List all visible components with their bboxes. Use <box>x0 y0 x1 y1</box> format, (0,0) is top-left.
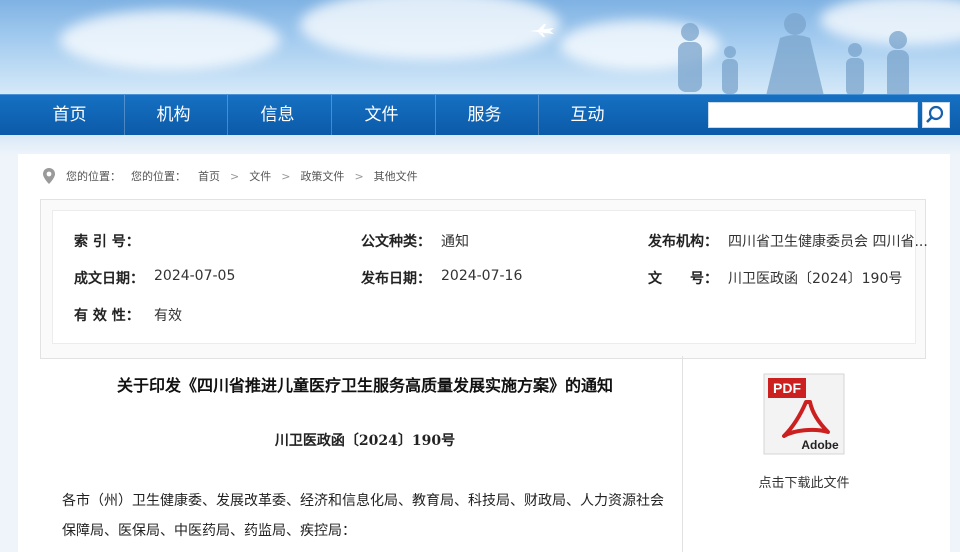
publish-date-value: 2024-07-16 <box>441 268 523 284</box>
nav-home[interactable]: 首页 <box>18 95 121 136</box>
document-title: 关于印发《四川省推进儿童医疗卫生服务高质量发展实施方案》的通知 <box>116 376 613 395</box>
search-input[interactable] <box>708 102 918 128</box>
header-banner <box>0 0 960 94</box>
issuer-label: 发布机构： <box>648 234 718 250</box>
document-paragraph: 各市（州）卫生健康委、发展改革委、经济和信息化局、教育局、科技局、财政局、人力资… <box>62 493 664 539</box>
doc-type-value: 通知 <box>441 234 469 250</box>
nav-documents[interactable]: 文件 <box>330 95 433 136</box>
written-date-value: 2024-07-05 <box>154 268 236 284</box>
column-divider <box>682 356 683 552</box>
breadcrumb-policy-documents[interactable]: 政策文件 <box>300 168 344 184</box>
breadcrumb-prefix-2: 您的位置： <box>131 170 186 183</box>
breadcrumb-separator: > <box>354 169 364 183</box>
pdf-adobe-icon[interactable]: PDF Adobe <box>762 372 846 456</box>
breadcrumb-separator: > <box>281 169 291 183</box>
breadcrumb-separator: > <box>230 169 240 183</box>
search-icon <box>926 105 944 123</box>
location-pin-icon <box>43 168 55 184</box>
document-number: 川卫医政函〔2024〕190号 <box>274 433 456 449</box>
written-date-label: 成文日期： <box>74 271 144 287</box>
pdf-label: PDF <box>773 380 801 396</box>
plane-icon <box>530 24 554 37</box>
publish-date-label: 发布日期： <box>361 271 431 287</box>
validity-label: 有 效 性： <box>74 308 140 324</box>
nav-institutions[interactable]: 机构 <box>122 95 225 136</box>
nav-services[interactable]: 服务 <box>433 95 536 136</box>
breadcrumb-prefix: 您的位置： <box>66 170 121 183</box>
doc-number-label: 文 号： <box>648 271 718 287</box>
breadcrumb: 您的位置： 您的位置： 首页 > 文件 > 政策文件 > 其他文件 <box>42 168 418 184</box>
doc-type-label: 公文种类： <box>361 234 431 250</box>
breadcrumb-documents[interactable]: 文件 <box>249 168 271 184</box>
panel-shadow <box>0 135 960 155</box>
breadcrumb-other-documents[interactable]: 其他文件 <box>374 168 418 184</box>
adobe-label: Adobe <box>801 438 839 452</box>
index-number-label: 索 引 号： <box>74 234 140 250</box>
breadcrumb-home[interactable]: 首页 <box>198 168 220 184</box>
download-file-link[interactable]: 点击下载此文件 <box>740 472 868 491</box>
doc-number-value: 川卫医政函〔2024〕190号 <box>728 271 903 287</box>
nav-information[interactable]: 信息 <box>226 95 329 136</box>
family-silhouette-icon <box>678 13 909 94</box>
search-button[interactable] <box>922 102 950 128</box>
validity-value: 有效 <box>154 308 182 324</box>
nav-interaction[interactable]: 互动 <box>536 95 639 136</box>
issuer-value: 四川省卫生健康委员会 四川省... <box>728 234 928 250</box>
